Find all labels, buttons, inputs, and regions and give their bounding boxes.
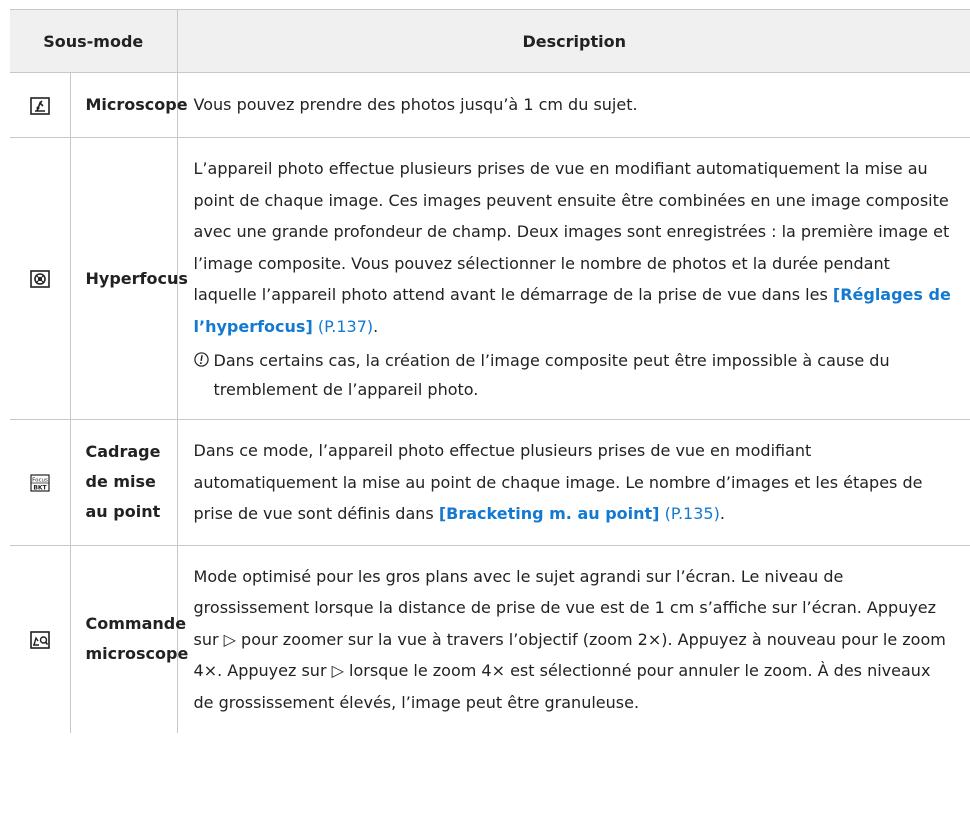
table-header-row: Sous-mode Description (10, 9, 970, 73)
table-row: Focus BKT Cadrage de mise au point Dans … (10, 419, 970, 546)
submode-table: Sous-mode Description Microscope Vous po… (10, 9, 970, 733)
table-row: Commande microscope Mode optimisé pour l… (10, 545, 970, 733)
bracketing-link[interactable]: [Bracketing m. au point] (439, 504, 660, 523)
icon-cell (10, 137, 71, 420)
mode-description: Vous pouvez prendre des photos jusqu’à 1… (177, 72, 970, 138)
right-arrow-icon: ▷ (223, 629, 236, 649)
table-row: Hyperfocus L’appareil photo effectue plu… (10, 137, 970, 420)
page-ref-link[interactable]: (P.137) (313, 317, 373, 336)
mode-name: Cadrage de mise au point (70, 419, 178, 546)
mode-description: L’appareil photo effectue plusieurs pris… (177, 137, 970, 420)
mode-description: Mode optimisé pour les gros plans avec l… (193, 566, 946, 712)
mode-name: Microscope (70, 72, 188, 138)
svg-text:BKT: BKT (33, 485, 47, 492)
caution-icon (193, 352, 209, 367)
header-submode: Sous-mode (10, 9, 178, 73)
svg-text:Focus: Focus (32, 478, 48, 484)
desc-text: L’appareil photo effectue plusieurs pris… (193, 159, 950, 304)
microscope-control-icon (29, 631, 50, 649)
table-row: Microscope Vous pouvez prendre des photo… (10, 72, 970, 138)
focus-bkt-icon: Focus BKT (30, 474, 50, 492)
icon-cell: Focus BKT (10, 419, 71, 546)
hyperfocus-mode-icon (29, 270, 50, 289)
page-ref-link[interactable]: (P.135) (659, 504, 720, 523)
header-description: Description (176, 9, 970, 73)
caution-note: Dans certains cas, la création de l’imag… (193, 346, 954, 404)
mode-name: Hyperfocus (70, 137, 188, 420)
icon-cell (10, 545, 71, 733)
right-arrow-icon: ▷ (331, 661, 344, 680)
mode-name: Commande microscope (70, 545, 188, 733)
icon-cell (10, 72, 71, 138)
mode-description: Dans ce mode, l’appareil photo effectue … (177, 419, 970, 546)
microscope-mode-icon (29, 96, 50, 115)
